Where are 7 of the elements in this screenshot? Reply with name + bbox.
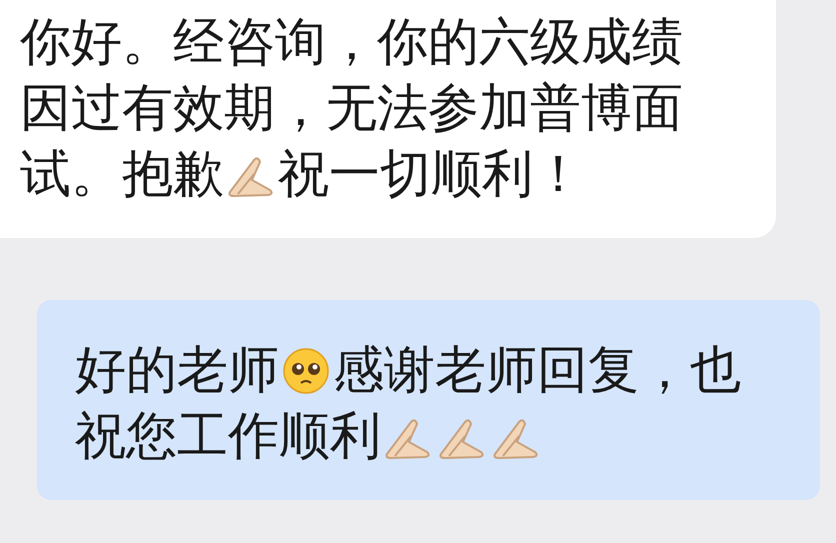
message-text: 好的老师 [75, 340, 279, 402]
message-text: 你好。经咨询，你的六级成绩 [20, 12, 683, 74]
message-text: 感谢老师回复，也 [333, 340, 741, 402]
message-text: 试。抱歉 [20, 144, 224, 206]
message-text: 祝一切顺利！ [278, 144, 584, 206]
message-text: 因过有效期，无法参加普博面 [20, 78, 683, 140]
message-text: 祝您工作顺利 [75, 406, 381, 468]
